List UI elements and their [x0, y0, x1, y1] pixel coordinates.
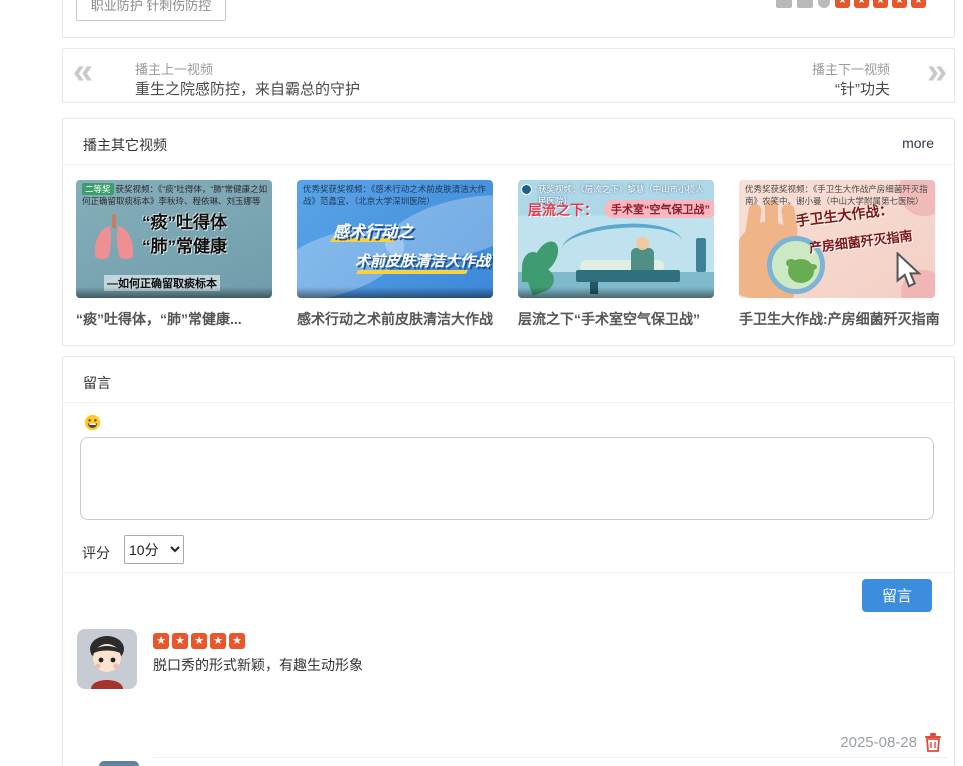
rating-label: 评分: [82, 543, 110, 563]
player-bar: [297, 287, 493, 298]
prev-video-title-link[interactable]: 重生之院感防控，来自霸总的守护: [135, 78, 360, 99]
video-1-art-line2: “肺”常健康: [142, 232, 227, 257]
star-icon: ★: [210, 633, 226, 649]
more-videos-link[interactable]: more: [902, 135, 934, 151]
divider: [153, 757, 948, 758]
other-videos-panel: 播主其它视频 more 二等奖获奖视频：《“痰”吐得体，“肺”常健康之如何正确留…: [62, 118, 955, 346]
lungs-icon: [92, 214, 136, 262]
award-badge: 二等奖: [82, 183, 114, 195]
operating-table-illustration: [576, 270, 680, 282]
prev-video-icon[interactable]: «: [73, 50, 90, 92]
video-3-art-line2: 手术室“空气保卫战”: [604, 200, 714, 218]
video-2-art-line1: 感术行动之: [333, 218, 413, 242]
star-icon: ★: [892, 0, 907, 8]
comment-text: 脱口秀的形式新颖，有趣生动形象: [153, 655, 363, 675]
comments-header: 留言: [83, 373, 111, 393]
comment-date: 2025-08-28: [840, 734, 917, 751]
star-icon: ★: [153, 633, 169, 649]
cursor-icon: [891, 252, 927, 292]
next-video-icon[interactable]: »: [927, 50, 944, 92]
video-1-art-line1: “痰”吐得体: [142, 208, 227, 233]
comment-input[interactable]: [80, 437, 934, 520]
star-icon: ★: [229, 633, 245, 649]
germ-illustration: [788, 259, 814, 283]
video-actions-row: ★ ★ ★ ★ ★: [776, 0, 926, 8]
comments-panel: 留言 评分 10分 留言 ★★★★★ 脱口秀的形式新颖，有趣生动形象 2025-…: [62, 356, 955, 766]
video-4-overlay-caption: 优秀奖获奖视频：《手卫生大作战产房细菌歼灭指南》农笑中、谢小曼（中山大学附属第七…: [745, 183, 931, 208]
star-icon: ★: [873, 0, 888, 8]
next-video-title-link[interactable]: “针”功夫: [835, 78, 890, 99]
share-icon[interactable]: [776, 0, 792, 8]
views-icon: [818, 0, 830, 8]
divider: [63, 402, 954, 403]
video-2-overlay-caption: 优秀奖获奖视频：《感术行动之术前皮肤清洁大作战》范蠡宜、（北京大学深圳医院）: [303, 183, 489, 208]
prev-next-nav-panel: « 播主上一视频 重生之院感防控，来自霸总的守护 播主下一视频 “针”功夫 »: [62, 48, 955, 103]
airflow-arc: [561, 220, 684, 270]
video-rating-stars[interactable]: ★ ★ ★ ★ ★: [835, 0, 926, 8]
comment-rating-stars: ★★★★★: [153, 633, 245, 649]
divider: [63, 164, 954, 165]
comment-count-icon[interactable]: [797, 0, 813, 8]
player-bar: [76, 287, 272, 298]
prev-video-label: 播主上一视频: [135, 59, 213, 78]
divider: [63, 572, 954, 573]
equipment-illustration: [696, 238, 706, 272]
rating-select[interactable]: 10分: [124, 535, 184, 564]
video-title-2[interactable]: 感术行动之术前皮肤清洁大作战: [297, 309, 497, 329]
emoji-picker-icon[interactable]: [84, 414, 101, 431]
star-icon: ★: [191, 633, 207, 649]
video-3-art-line1: 层流之下：: [528, 200, 598, 220]
video-title-3[interactable]: 层流之下“手术室空气保卫战”: [518, 309, 718, 329]
star-icon: ★: [835, 0, 850, 8]
avatar: [77, 629, 137, 689]
star-icon: ★: [911, 0, 926, 8]
star-icon: ★: [172, 633, 188, 649]
next-video-label: 播主下一视频: [812, 59, 890, 78]
video-tag-button[interactable]: 职业防护 针刺伤防控: [76, 0, 226, 21]
video-title-4[interactable]: 手卫生大作战:产房细菌歼灭指南: [739, 309, 939, 329]
video-thumbnail-4[interactable]: 优秀奖获奖视频：《手卫生大作战产房细菌歼灭指南》农笑中、谢小曼（中山大学附属第七…: [739, 180, 935, 298]
avatar: [99, 761, 139, 766]
video-1-overlay-caption: 二等奖获奖视频：《“痰”吐得体，“肺”常健康之如何正确留取痰标本》李秋玲、程依琳…: [82, 183, 268, 208]
other-videos-header: 播主其它视频: [83, 135, 167, 155]
hospital-logo-icon: [521, 184, 532, 195]
star-icon: ★: [854, 0, 869, 8]
video-title-1[interactable]: “痰”吐得体，“肺”常健康...: [76, 309, 276, 329]
video-thumbnail-1[interactable]: 二等奖获奖视频：《“痰”吐得体，“肺”常健康之如何正确留取痰标本》李秋玲、程依琳…: [76, 180, 272, 298]
player-bar: [518, 287, 714, 298]
submit-comment-button[interactable]: 留言: [862, 579, 932, 612]
plant-illustration: [520, 230, 566, 292]
video-thumbnail-3[interactable]: 获奖视频：《层流之下》黎慧（中山市小榄人民医院） 层流之下： 手术室“空气保卫战…: [518, 180, 714, 298]
video-info-panel: 职业防护 针刺伤防控 ★ ★ ★ ★ ★: [62, 0, 955, 38]
video-2-art-line2: 术前皮肤清洁大作战: [355, 250, 490, 271]
delete-comment-icon[interactable]: [924, 732, 942, 752]
video-thumbnail-2[interactable]: 优秀奖获奖视频：《感术行动之术前皮肤清洁大作战》范蠡宜、（北京大学深圳医院） 感…: [297, 180, 493, 298]
